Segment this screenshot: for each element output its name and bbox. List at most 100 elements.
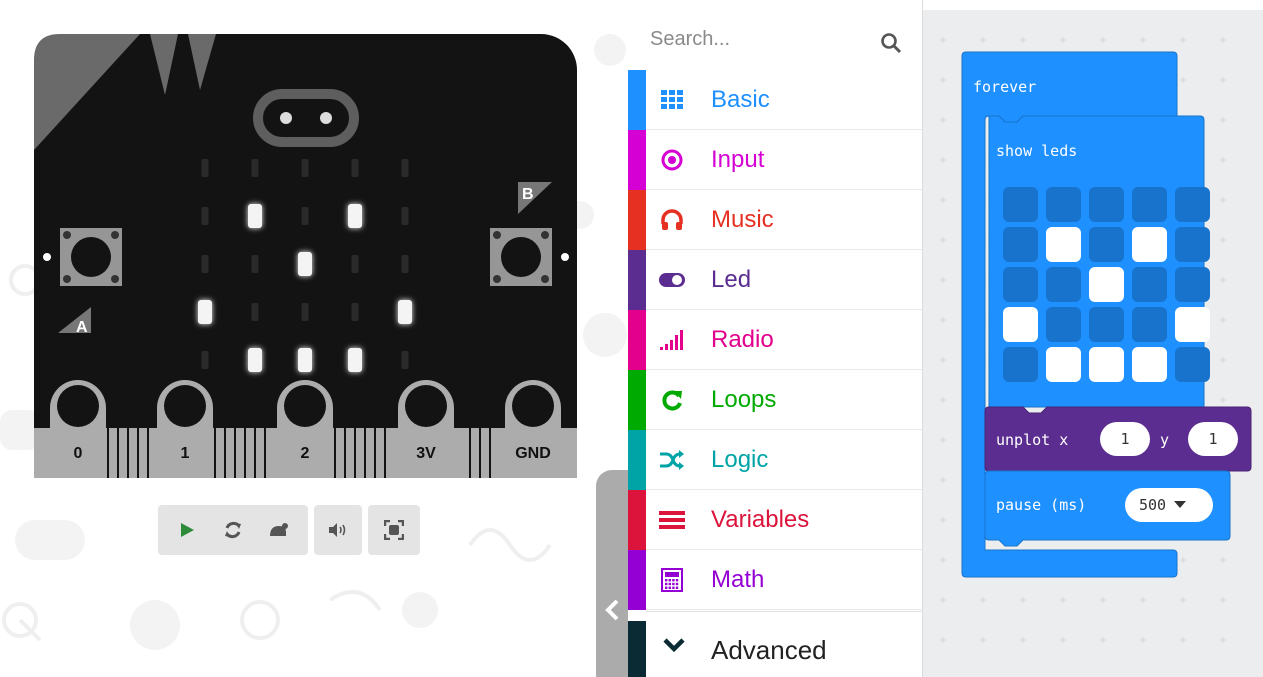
led-cell-off[interactable] [1003, 227, 1038, 262]
pin-0[interactable] [50, 380, 106, 478]
led-cell-on[interactable] [1175, 307, 1210, 342]
pin-label-3v: 3V [416, 445, 436, 462]
led-on [248, 204, 262, 228]
toolbox: Basic Input Music Led Radio Loops Logic Variabl… [628, 0, 923, 677]
button-b[interactable] [490, 228, 552, 286]
restart-button[interactable] [210, 507, 256, 553]
led-cell-off[interactable] [1046, 187, 1081, 222]
led-off [201, 351, 209, 369]
led-cell-on[interactable] [1132, 227, 1167, 262]
led-off [351, 303, 359, 321]
led-cell-off[interactable] [1089, 187, 1124, 222]
led-cell-off[interactable] [1003, 267, 1038, 302]
led-cell-off[interactable] [1046, 267, 1081, 302]
led-on [248, 348, 262, 372]
search-icon[interactable] [880, 32, 902, 54]
category-label: Math [711, 566, 765, 593]
category-advanced[interactable]: Advanced [628, 621, 922, 677]
category-variables[interactable]: Variables [628, 490, 922, 550]
led-cell-off[interactable] [1175, 187, 1210, 222]
category-color-bar [628, 70, 646, 130]
category-color-bar [628, 130, 646, 190]
led-cell-off[interactable] [1003, 187, 1038, 222]
led-off [401, 159, 409, 177]
play-button[interactable] [164, 507, 210, 553]
slow-motion-button[interactable] [256, 507, 302, 553]
target-icon [658, 146, 686, 174]
led-on [398, 300, 412, 324]
category-radio[interactable]: Radio [628, 310, 922, 370]
category-basic[interactable]: Basic [628, 70, 922, 130]
led-cell-off[interactable] [1003, 347, 1038, 382]
category-color-bar [628, 550, 646, 610]
pin-1[interactable] [157, 380, 213, 478]
pause-value: 500 [1139, 496, 1167, 514]
led-off [201, 159, 209, 177]
led-cell-off[interactable] [1175, 227, 1210, 262]
category-input[interactable]: Input [628, 130, 922, 190]
led-cell-off[interactable] [1089, 227, 1124, 262]
category-loops[interactable]: Loops [628, 370, 922, 430]
button-a[interactable] [60, 228, 122, 286]
category-color-bar [628, 250, 646, 310]
category-label: Music [711, 206, 774, 233]
pin-3v[interactable] [398, 380, 454, 478]
led-cell-on[interactable] [1046, 347, 1081, 382]
led-cell-on[interactable] [1089, 267, 1124, 302]
pause-block[interactable] [923, 10, 1263, 677]
led-off [301, 159, 309, 177]
collapse-simulator-tab[interactable] [596, 470, 628, 677]
led-cell-off[interactable] [1175, 347, 1210, 382]
led-cell-on[interactable] [1132, 347, 1167, 382]
led-off [201, 207, 209, 225]
category-logic[interactable]: Logic [628, 430, 922, 490]
category-color-bar [628, 490, 646, 550]
simulator-toolbar [158, 505, 420, 557]
category-math[interactable]: Math [628, 550, 922, 610]
unplot-y-label: y [1160, 431, 1170, 449]
sim-sound-group [314, 505, 362, 555]
category-label: Variables [711, 506, 810, 533]
pause-value-dropdown[interactable]: 500 [1125, 488, 1213, 522]
blocks-workspace[interactable]: forever show leds unplot x 1 y 1 pause (… [923, 10, 1263, 677]
toggle-icon [658, 266, 686, 294]
chevron-down-icon [663, 638, 685, 653]
led-cell-off[interactable] [1132, 307, 1167, 342]
led-cell-on[interactable] [1003, 307, 1038, 342]
led-off [401, 351, 409, 369]
category-color-bar [628, 430, 646, 490]
category-led[interactable]: Led [628, 250, 922, 310]
sim-controls-group [158, 505, 308, 555]
category-list: Basic Input Music Led Radio Loops Logic Variabl… [628, 70, 922, 610]
forever-label: forever [973, 78, 1037, 96]
led-cell-off[interactable] [1175, 267, 1210, 302]
category-music[interactable]: Music [628, 190, 922, 250]
led-cell-off[interactable] [1089, 307, 1124, 342]
fullscreen-button[interactable] [372, 507, 416, 553]
pin-gnd[interactable] [505, 380, 561, 478]
button-b-label: B [522, 186, 534, 203]
unplot-y-input[interactable]: 1 [1188, 422, 1238, 456]
category-label: Logic [711, 446, 769, 473]
search-input[interactable] [650, 22, 870, 56]
led-cell-on[interactable] [1046, 227, 1081, 262]
category-color-bar [628, 370, 646, 430]
category-color-bar [628, 310, 646, 370]
led-cell-off[interactable] [1132, 187, 1167, 222]
led-off [401, 255, 409, 273]
unplot-x-input[interactable]: 1 [1100, 422, 1150, 456]
led-cell-off[interactable] [1132, 267, 1167, 302]
sound-button[interactable] [320, 507, 356, 553]
advanced-color-bar [628, 621, 646, 677]
led-cell-on[interactable] [1089, 347, 1124, 382]
led-on [198, 300, 212, 324]
led-off [251, 255, 259, 273]
pin-2[interactable] [277, 380, 333, 478]
led-cell-off[interactable] [1046, 307, 1081, 342]
play-icon [181, 523, 194, 537]
unplot-x-label: unplot x [996, 431, 1069, 449]
led-on [348, 348, 362, 372]
headphones-icon [658, 206, 686, 234]
lines-icon [658, 506, 686, 534]
led-off [301, 303, 309, 321]
